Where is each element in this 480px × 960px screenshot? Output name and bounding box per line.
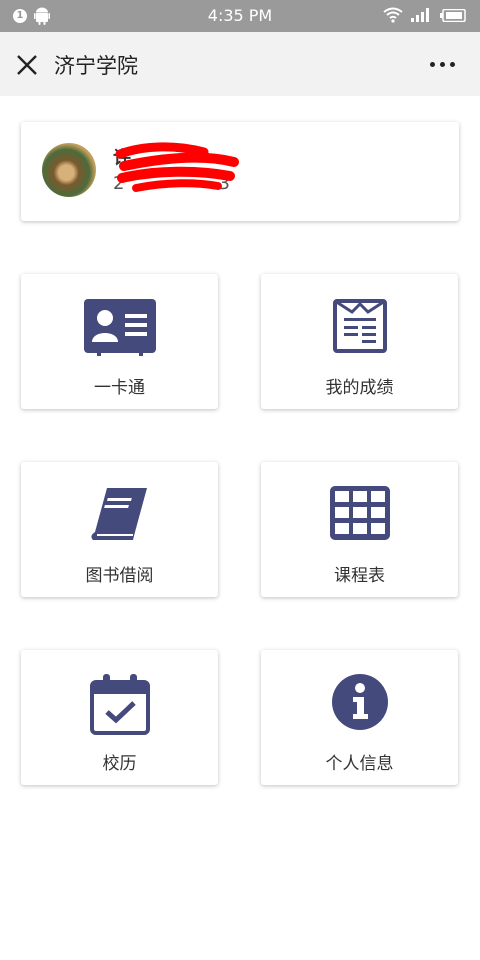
info-icon — [331, 674, 388, 730]
title-bar: 济宁学院 — [0, 32, 480, 96]
tile-label: 个人信息 — [325, 754, 394, 774]
tile-card-services[interactable]: 一卡通 — [21, 274, 218, 409]
close-icon[interactable] — [14, 52, 40, 78]
battery-icon — [440, 9, 466, 22]
tile-personal-info[interactable]: 个人信息 — [261, 650, 458, 785]
calendar-check-icon — [89, 674, 150, 735]
id-card-icon — [83, 299, 156, 356]
status-time: 4:35 PM — [207, 6, 273, 25]
tile-timetable[interactable]: 课程表 — [261, 462, 458, 597]
signal-icon — [411, 8, 429, 22]
tile-school-calendar[interactable]: 校历 — [21, 650, 218, 785]
tile-label: 图书借阅 — [85, 566, 154, 586]
page-title: 济宁学院 — [54, 54, 138, 78]
timetable-grid-icon — [329, 486, 390, 540]
tile-label: 一卡通 — [94, 378, 145, 398]
redaction-scribble — [115, 142, 239, 192]
wifi-icon — [383, 7, 403, 23]
tile-label: 校历 — [102, 754, 137, 774]
status-bar: 1 4:35 PM — [0, 0, 480, 32]
tile-library[interactable]: 图书借阅 — [21, 462, 218, 597]
book-icon — [90, 488, 147, 540]
tile-label: 课程表 — [334, 566, 385, 586]
tile-label: 我的成绩 — [325, 378, 394, 398]
more-options-icon[interactable] — [422, 50, 462, 78]
avatar — [42, 143, 96, 197]
tile-grades[interactable]: 我的成绩 — [261, 274, 458, 409]
grades-sheet-icon — [332, 299, 387, 353]
